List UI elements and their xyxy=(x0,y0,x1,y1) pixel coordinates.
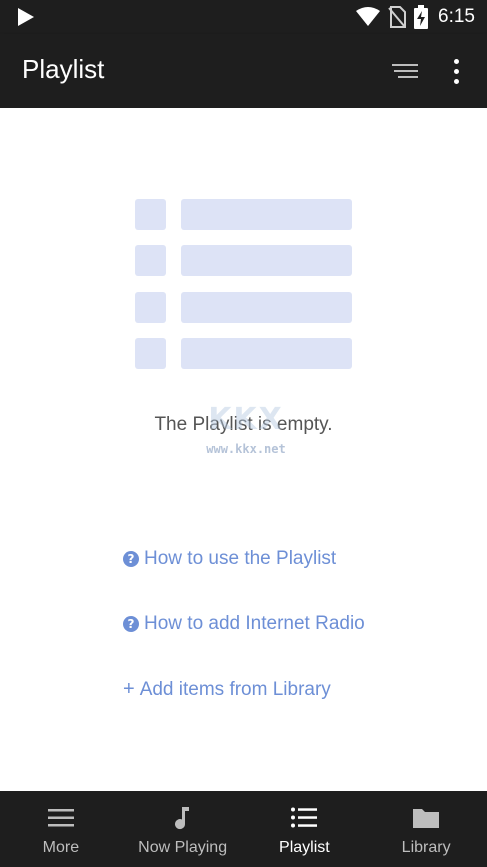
how-to-use-playlist-link[interactable]: ? How to use the Playlist xyxy=(123,548,336,570)
help-circle-icon: ? xyxy=(123,616,139,632)
nav-label: Now Playing xyxy=(138,839,228,856)
how-to-add-radio-link[interactable]: ? How to add Internet Radio xyxy=(123,613,365,635)
app-bar: Playlist xyxy=(0,34,487,108)
playlist-content: The Playlist is empty. KKX www.kkx.net ?… xyxy=(0,108,487,791)
no-sim-icon xyxy=(388,6,407,28)
help-circle-icon: ? xyxy=(123,551,139,567)
watermark: KKX www.kkx.net xyxy=(186,402,306,462)
nav-label: More xyxy=(42,839,80,856)
play-icon xyxy=(18,8,34,26)
add-from-library-link[interactable]: + Add items from Library xyxy=(123,678,331,701)
nav-library[interactable]: Library xyxy=(365,791,487,867)
nav-more[interactable]: More xyxy=(0,791,122,867)
menu-icon xyxy=(47,809,74,827)
status-bar: 6:15 xyxy=(0,0,487,34)
more-options-button[interactable] xyxy=(444,56,468,86)
nav-playlist[interactable]: Playlist xyxy=(244,791,366,867)
bottom-navigation: More Now Playing Playlist Library xyxy=(0,791,487,867)
nav-label: Playlist xyxy=(279,839,330,856)
link-label: How to use the Playlist xyxy=(144,548,337,569)
music-note-icon xyxy=(174,807,189,830)
nav-now-playing[interactable]: Now Playing xyxy=(122,791,244,867)
status-time: 6:15 xyxy=(438,6,475,27)
list-placeholder-icon xyxy=(135,199,352,369)
plus-icon: + xyxy=(123,678,135,700)
sort-button[interactable] xyxy=(384,58,418,84)
wifi-icon xyxy=(356,7,381,26)
list-icon xyxy=(291,807,318,828)
sort-icon xyxy=(392,64,418,66)
battery-charging-icon xyxy=(414,5,429,29)
more-vert-icon xyxy=(453,58,459,64)
link-label: How to add Internet Radio xyxy=(144,613,365,634)
folder-icon xyxy=(413,809,440,828)
watermark-logo: KKX xyxy=(208,402,284,437)
status-icons: 6:15 xyxy=(356,0,487,34)
nav-label: Library xyxy=(401,839,451,856)
page-title: Playlist xyxy=(22,54,105,84)
watermark-url: www.kkx.net xyxy=(206,442,286,456)
link-label: Add items from Library xyxy=(139,678,331,700)
